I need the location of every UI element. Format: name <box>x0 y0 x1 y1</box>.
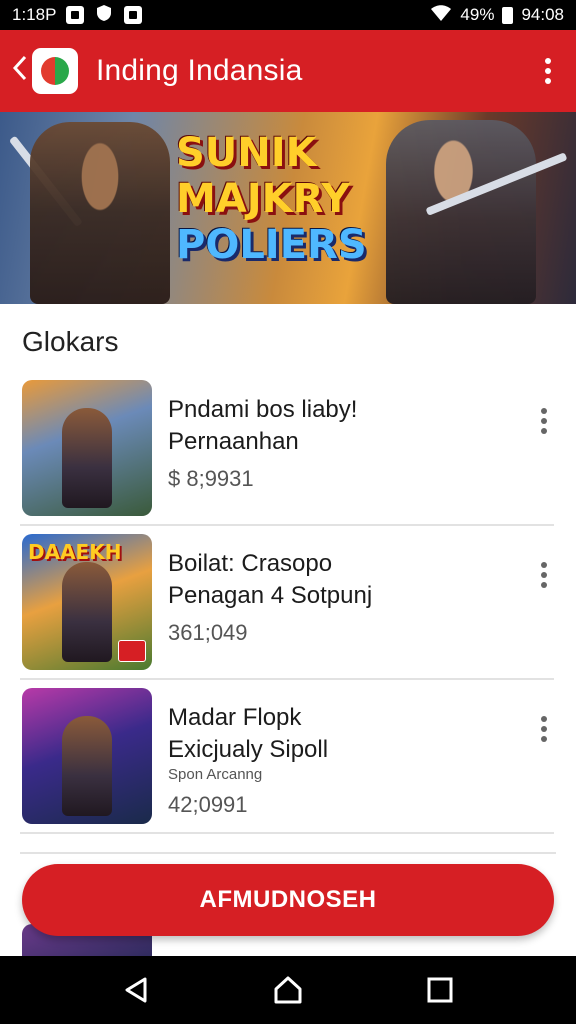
list-item-text: Pndami bos liaby! Pernaanhan $ 8;9931 <box>168 394 514 492</box>
item-caption: Spon Arcanng <box>168 766 263 783</box>
list-item[interactable]: DAAEKH Boilat: Crasopo Penagan 4 Sotpunj… <box>20 526 554 680</box>
badge-icon <box>118 640 146 662</box>
banner-title-line-3: POLIERS <box>176 222 367 268</box>
item-title: Boilat: Crasopo <box>168 550 333 577</box>
section-title: Glokars <box>22 326 119 357</box>
warrior-left-image <box>30 122 170 304</box>
banner-title: SUNIK MAJKRY POLIERS <box>176 130 406 268</box>
game-thumbnail[interactable] <box>22 688 152 824</box>
item-price: $ 8;9931 <box>168 466 254 491</box>
status-clock: 94:08 <box>521 5 564 24</box>
app-title: Inding Indansia <box>96 54 303 87</box>
status-time: 1:18P <box>12 5 57 24</box>
nav-back-button[interactable] <box>116 970 156 1010</box>
app-bar: Inding Indansia <box>0 30 576 112</box>
item-subtitle: Pernaanhan <box>168 428 299 455</box>
logo-mark-icon <box>41 57 69 85</box>
chevron-left-icon <box>12 55 27 81</box>
list-item-text: Boilat: Crasopo Penagan 4 Sotpunj 361;04… <box>168 548 514 646</box>
battery-percent: 49% <box>460 5 495 24</box>
list-item[interactable]: Pndami bos liaby! Pernaanhan $ 8;9931 <box>20 372 554 526</box>
screen: 1:18P 49% 94:08 Inding Indansia SUNIK MA… <box>0 0 576 1024</box>
warrior-image <box>62 716 112 816</box>
nav-recents-icon <box>427 977 453 1003</box>
warrior-image <box>62 408 112 508</box>
hero-banner[interactable]: SUNIK MAJKRY POLIERS <box>0 112 576 304</box>
more-vert-icon <box>541 716 547 722</box>
nav-recents-button[interactable] <box>420 970 460 1010</box>
shield-icon <box>94 3 114 28</box>
wifi-icon <box>430 4 452 27</box>
nav-back-icon <box>125 977 147 1003</box>
warrior-right-image <box>386 120 536 304</box>
game-thumbnail[interactable] <box>22 380 152 516</box>
item-more-button[interactable] <box>538 716 550 742</box>
status-bar: 1:18P 49% 94:08 <box>0 0 576 30</box>
item-title: Madar Flopk <box>168 704 302 731</box>
item-more-button[interactable] <box>538 408 550 434</box>
list-item[interactable]: Madar Flopk Exicjualy Sipoll Spon Arcann… <box>20 680 554 834</box>
warrior-image <box>62 562 112 662</box>
item-subtitle: Penagan 4 Sotpunj <box>168 582 373 609</box>
more-vert-icon <box>541 408 547 414</box>
thumbnail-logo: DAAEKH <box>28 540 122 564</box>
banner-title-line-2: MAJKRY <box>176 176 351 222</box>
app-logo <box>32 48 78 94</box>
more-vert-icon <box>541 562 547 568</box>
item-subtitle: Exicjualy Sipoll <box>168 736 329 763</box>
more-vert-icon <box>545 58 551 64</box>
item-title: Pndami bos liaby! <box>168 396 358 423</box>
back-button[interactable] <box>0 54 30 88</box>
notification-icon <box>66 6 85 24</box>
primary-action-button[interactable]: AFMUDNOSEH <box>22 864 554 936</box>
banner-title-line-1: SUNIK <box>176 130 317 176</box>
nav-home-icon <box>274 976 302 1004</box>
item-more-button[interactable] <box>538 562 550 588</box>
item-price: 361;049 <box>168 620 248 645</box>
item-price: 42;0991 <box>168 792 248 817</box>
system-nav-bar <box>0 956 576 1024</box>
nav-home-button[interactable] <box>268 970 308 1010</box>
app-notification-icon <box>124 6 143 24</box>
game-list: Pndami bos liaby! Pernaanhan $ 8;9931 DA… <box>0 372 576 834</box>
battery-icon <box>502 6 514 24</box>
overflow-menu-button[interactable] <box>538 58 558 84</box>
game-thumbnail[interactable]: DAAEKH <box>22 534 152 670</box>
list-item-text: Madar Flopk Exicjualy Sipoll Spon Arcann… <box>168 702 514 818</box>
